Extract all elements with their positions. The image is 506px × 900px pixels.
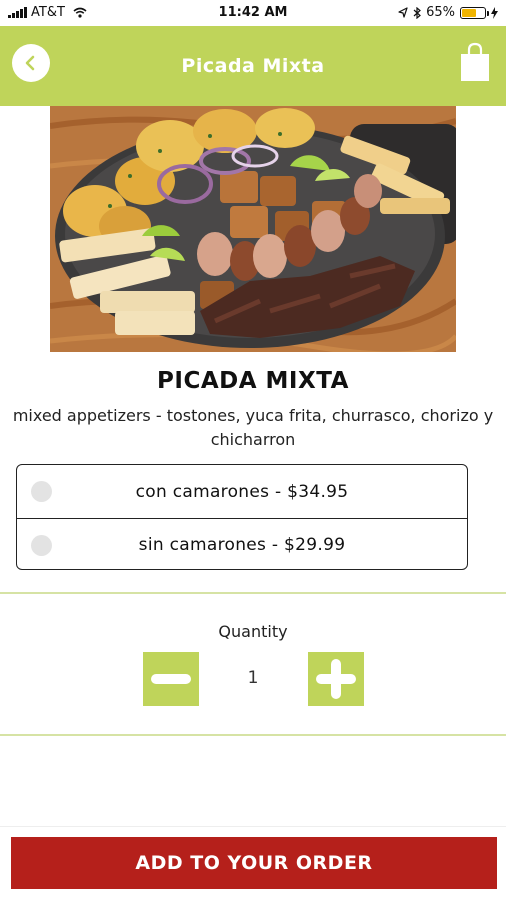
- radio-button[interactable]: [31, 481, 52, 502]
- option-con-camarones[interactable]: con camarones - $34.95: [17, 465, 467, 518]
- header-bar: Picada Mixta: [0, 26, 506, 106]
- option-list: con camarones - $34.95 sin camarones - $…: [16, 464, 468, 570]
- footer-divider: [0, 826, 506, 827]
- charging-icon: [491, 6, 498, 19]
- status-bar: AT&T 11:42 AM 65%: [0, 0, 506, 26]
- battery-percent: 65%: [426, 5, 455, 20]
- add-to-order-label: ADD TO YOUR ORDER: [135, 852, 373, 874]
- battery-icon: [460, 6, 489, 19]
- location-arrow-icon: [398, 7, 408, 18]
- add-to-order-button[interactable]: ADD TO YOUR ORDER: [11, 837, 497, 889]
- option-label: sin camarones - $29.99: [138, 535, 346, 555]
- status-right: 65%: [398, 5, 498, 20]
- divider: [0, 592, 506, 594]
- radio-button[interactable]: [31, 535, 52, 556]
- quantity-label: Quantity: [218, 622, 288, 641]
- increase-quantity-button[interactable]: [308, 652, 364, 706]
- option-label: con camarones - $34.95: [135, 481, 349, 502]
- divider: [0, 734, 506, 736]
- item-photo: [50, 106, 456, 352]
- shopping-bag-icon: [461, 42, 489, 81]
- cart-button[interactable]: [459, 42, 491, 82]
- minus-icon: [151, 674, 191, 684]
- quantity-value: 1: [247, 668, 259, 688]
- page-title: Picada Mixta: [181, 55, 325, 77]
- decrease-quantity-button[interactable]: [143, 652, 199, 706]
- plus-icon: [316, 659, 356, 699]
- option-sin-camarones[interactable]: sin camarones - $29.99: [17, 518, 467, 569]
- item-name: PICADA MIXTA: [157, 368, 349, 394]
- bluetooth-icon: [413, 6, 422, 19]
- food-platter-image: [50, 106, 456, 352]
- item-description: mixed appetizers - tostones, yuca frita,…: [12, 406, 494, 449]
